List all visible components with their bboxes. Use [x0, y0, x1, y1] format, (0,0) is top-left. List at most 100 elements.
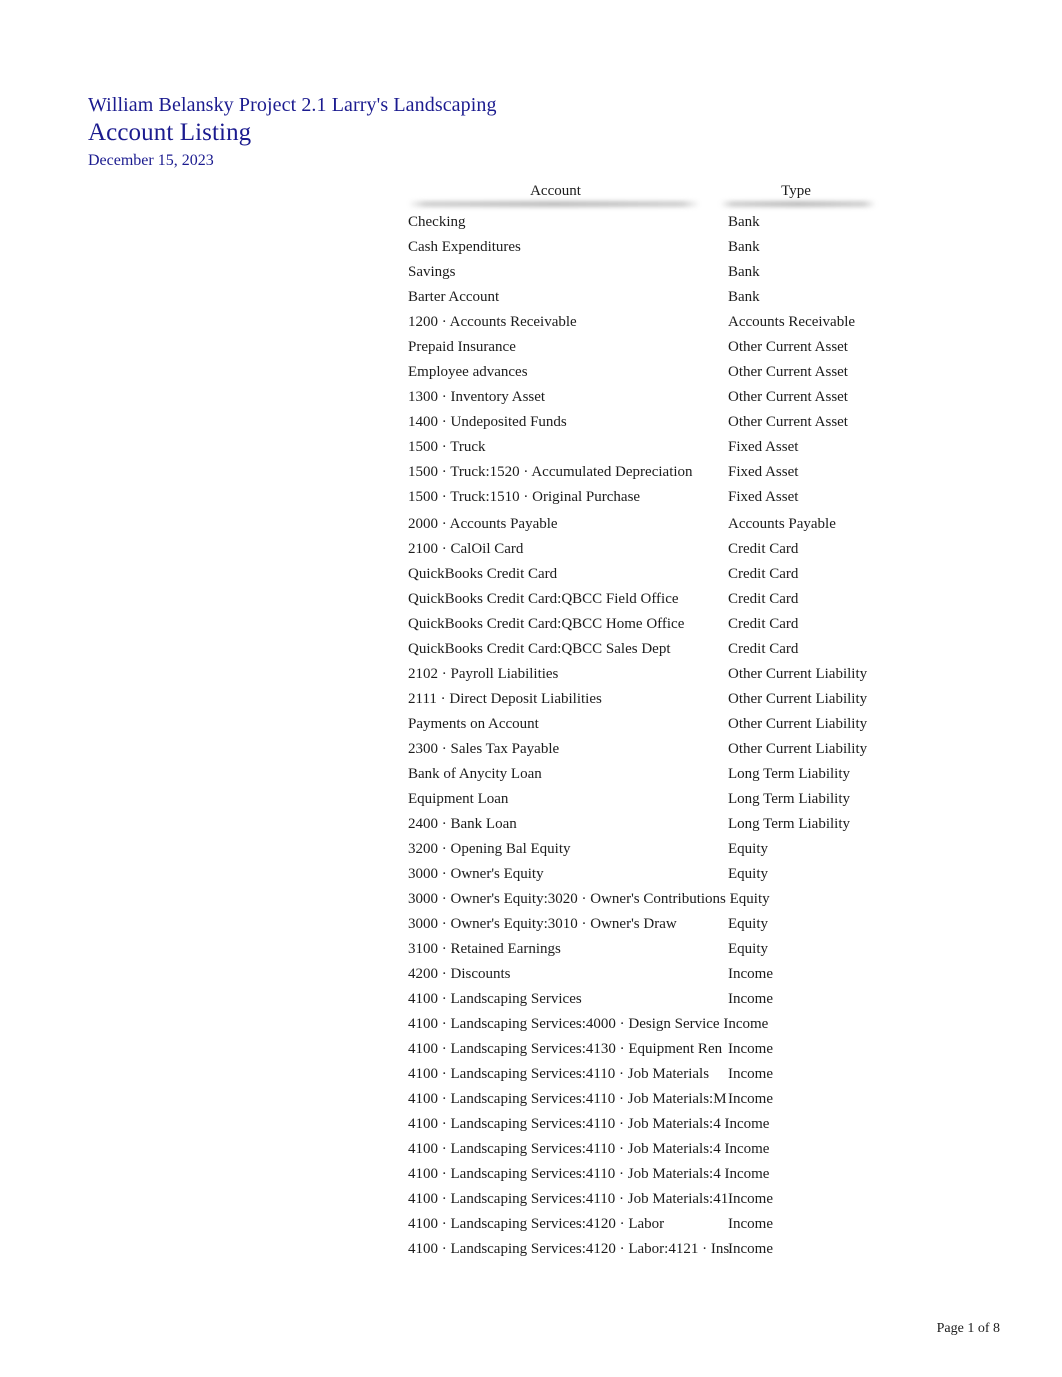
- cell-type: Credit Card: [728, 591, 799, 607]
- cell-type: Other Current Liability: [728, 691, 868, 707]
- cell-account: 4100 · Landscaping Services:4130 · Equip…: [408, 1041, 723, 1057]
- cell-account: 2102 · Payroll Liabilities: [408, 666, 559, 682]
- report-header: William Belansky Project 2.1 Larry's Lan…: [88, 93, 968, 171]
- table-row: 4100 · Landscaping Services:4110 · Job M…: [408, 1164, 1008, 1189]
- cell-account: Payments on Account: [408, 716, 539, 732]
- table-row: 3200 · Opening Bal Equity Equity: [408, 839, 1008, 864]
- table-body: Checking Bank Cash Expenditures Bank Savings…: [408, 212, 1008, 1264]
- cell-account: 2000 · Accounts Payable: [408, 516, 558, 532]
- table-row: 4100 · Landscaping Services:4120 · Labor…: [408, 1239, 1008, 1264]
- table-row: 3000 · Owner's Equity:3020 · Owner's Con…: [408, 889, 1008, 914]
- report-date: December 15, 2023: [88, 152, 214, 169]
- table-row: QuickBooks Credit Card:QBCC Sales Dept Cr…: [408, 639, 1008, 664]
- table-row: 4100 · Landscaping Services:4120 · Labor…: [408, 1214, 1008, 1239]
- cell-type: Bank: [728, 264, 760, 280]
- cell-account: 1300 · Inventory Asset: [408, 389, 546, 405]
- table-row: Bank of Anycity Loan Long Term Liability: [408, 764, 1008, 789]
- table-row: Cash Expenditures Bank: [408, 237, 1008, 262]
- table-row: Employee advances Other Current Asset: [408, 362, 1008, 387]
- cell-account: QuickBooks Credit Card:QBCC Home Office: [408, 616, 685, 632]
- table-row: Barter Account Bank: [408, 287, 1008, 312]
- table-row: 1300 · Inventory Asset Other Current Asse…: [408, 387, 1008, 412]
- table-row: 1500 · Truck:1510 · Original Purchase Fix…: [408, 487, 1008, 512]
- table-row: 2400 · Bank Loan Long Term Liability: [408, 814, 1008, 839]
- table-row: QuickBooks Credit Card Credit Card: [408, 564, 1008, 589]
- page-title: Account Listing: [88, 119, 252, 146]
- account-listing-table: Account Type Checking Bank Cash Expenditur…: [408, 182, 1008, 1264]
- column-header-account: Account: [530, 183, 581, 199]
- cell-account: 2400 · Bank Loan: [408, 816, 517, 832]
- cell-account: 4100 · Landscaping Services:4000 · Desig…: [408, 1016, 769, 1032]
- cell-account: 4200 · Discounts: [408, 966, 511, 982]
- cell-account: 2100 · CalOil Card: [408, 541, 524, 557]
- page-number: Page 1 of 8: [936, 1321, 1000, 1336]
- table-row: 4100 · Landscaping Services:4110 · Job M…: [408, 1189, 1008, 1214]
- table-row: 4100 · Landscaping Services:4110 · Job M…: [408, 1089, 1008, 1114]
- cell-type: Income: [728, 1191, 773, 1207]
- cell-type: Fixed Asset: [728, 439, 799, 455]
- table-row: 1500 · Truck Fixed Asset: [408, 437, 1008, 462]
- table-row: 4100 · Landscaping Services:4110 · Job M…: [408, 1139, 1008, 1164]
- cell-account: 3000 · Owner's Equity:3020 · Owner's Con…: [408, 891, 770, 907]
- cell-type: Bank: [728, 289, 760, 305]
- cell-account: 4100 · Landscaping Services:4110 · Job M…: [408, 1116, 770, 1132]
- table-row: 3000 · Owner's Equity Equity: [408, 864, 1008, 889]
- cell-type: Equity: [728, 866, 768, 882]
- cell-type: Credit Card: [728, 641, 799, 657]
- cell-type: Income: [728, 991, 773, 1007]
- table-row: Payments on Account Other Current Liabili…: [408, 714, 1008, 739]
- cell-type: Credit Card: [728, 541, 799, 557]
- table-header-row: Account Type: [408, 182, 1008, 208]
- cell-type: Equity: [728, 916, 768, 932]
- cell-account: 3000 · Owner's Equity: [408, 866, 544, 882]
- cell-account: 4100 · Landscaping Services: [408, 991, 582, 1007]
- cell-account: Barter Account: [408, 289, 500, 305]
- cell-account: 1200 · Accounts Receivable: [408, 314, 577, 330]
- cell-account: Checking: [408, 214, 466, 230]
- table-row: 2100 · CalOil Card Credit Card: [408, 539, 1008, 564]
- cell-type: Long Term Liability: [728, 791, 850, 807]
- table-row: Checking Bank: [408, 212, 1008, 237]
- cell-type: Other Current Asset: [728, 414, 848, 430]
- table-row: QuickBooks Credit Card:QBCC Home Office C…: [408, 614, 1008, 639]
- cell-type: Income: [728, 1066, 773, 1082]
- cell-account: 3000 · Owner's Equity:3010 · Owner's Dra…: [408, 916, 677, 932]
- cell-type: Other Current Asset: [728, 364, 848, 380]
- cell-account: 4100 · Landscaping Services:4120 · Labor…: [408, 1241, 730, 1257]
- cell-type: Bank: [728, 214, 760, 230]
- table-row: 3100 · Retained Earnings Equity: [408, 939, 1008, 964]
- cell-account: 2111 · Direct Deposit Liabilities: [408, 691, 602, 707]
- cell-type: Bank: [728, 239, 760, 255]
- table-row: 1200 · Accounts Receivable Accounts Recei…: [408, 312, 1008, 337]
- table-row: 4100 · Landscaping Services:4000 · Desig…: [408, 1014, 1008, 1039]
- cell-type: Income: [728, 966, 773, 982]
- cell-account: Savings: [408, 264, 456, 280]
- cell-account: QuickBooks Credit Card:QBCC Sales Dept: [408, 641, 671, 657]
- table-row: Equipment Loan Long Term Liability: [408, 789, 1008, 814]
- cell-type: Other Current Liability: [728, 741, 868, 757]
- table-row: Prepaid Insurance Other Current Asset: [408, 337, 1008, 362]
- cell-type: Equity: [728, 841, 768, 857]
- report-page: William Belansky Project 2.1 Larry's Lan…: [0, 0, 1062, 1377]
- cell-account: 4100 · Landscaping Services:4110 · Job M…: [408, 1166, 770, 1182]
- column-header-type: Type: [781, 183, 811, 199]
- table-row: 4100 · Landscaping Services Income: [408, 989, 1008, 1014]
- cell-account: 1400 · Undeposited Funds: [408, 414, 567, 430]
- table-row: 4200 · Discounts Income: [408, 964, 1008, 989]
- table-row: 3000 · Owner's Equity:3010 · Owner's Dra…: [408, 914, 1008, 939]
- table-row: 4100 · Landscaping Services:4110 · Job M…: [408, 1064, 1008, 1089]
- table-row: Savings Bank: [408, 262, 1008, 287]
- cell-account: 3200 · Opening Bal Equity: [408, 841, 571, 857]
- column-rule-account: [408, 201, 700, 207]
- cell-type: Income: [728, 1216, 773, 1232]
- table-row: 1500 · Truck:1520 · Accumulated Deprecia…: [408, 462, 1008, 487]
- column-rule-type: [720, 201, 876, 207]
- table-row: 1400 · Undeposited Funds Other Current As…: [408, 412, 1008, 437]
- cell-type: Credit Card: [728, 616, 799, 632]
- cell-account: 1500 · Truck: [408, 439, 486, 455]
- cell-type: Other Current Asset: [728, 339, 848, 355]
- table-row: QuickBooks Credit Card:QBCC Field Office…: [408, 589, 1008, 614]
- cell-account: Prepaid Insurance: [408, 339, 516, 355]
- cell-type: Income: [728, 1041, 773, 1057]
- cell-account: Bank of Anycity Loan: [408, 766, 542, 782]
